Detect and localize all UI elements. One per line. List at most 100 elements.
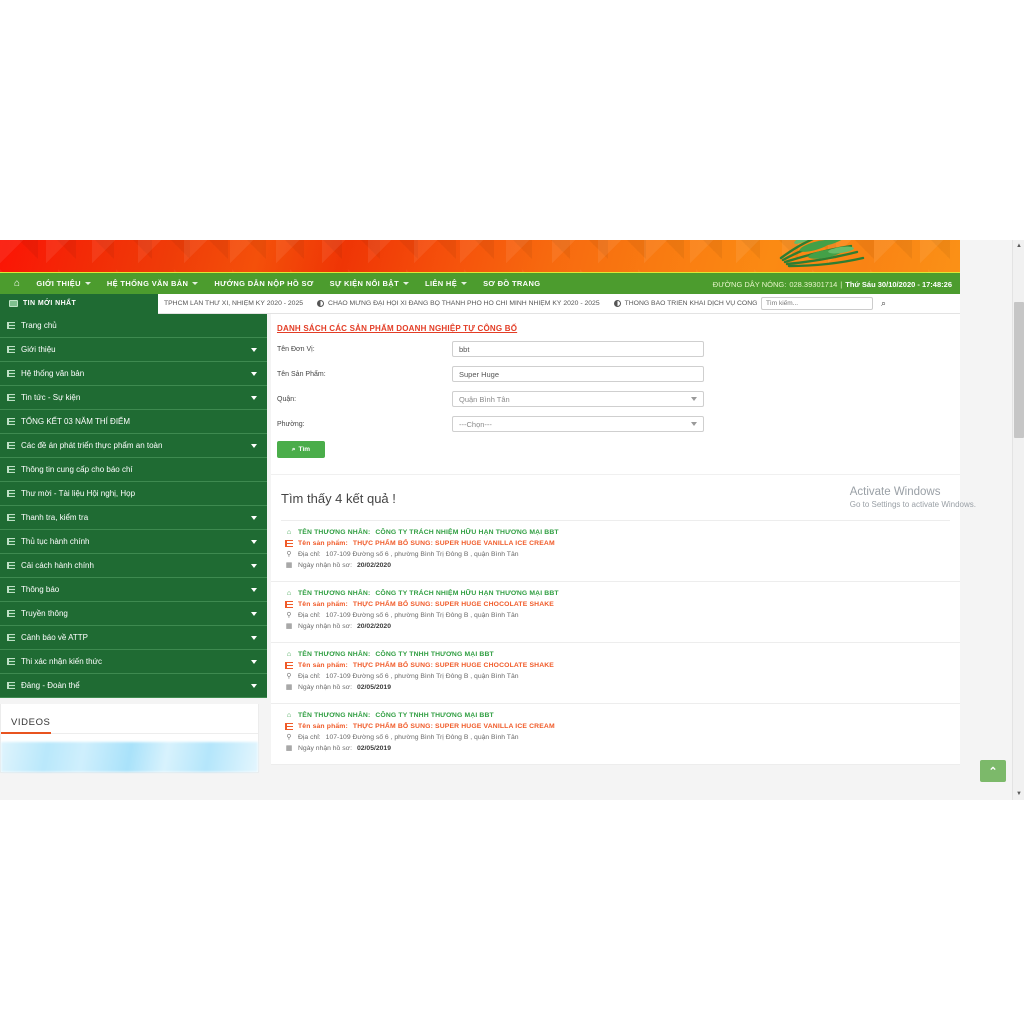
- sidebar-item-cai-cach-hanh-chinh[interactable]: Cải cách hành chính: [0, 554, 267, 578]
- nav-item-home[interactable]: ⌂: [8, 278, 28, 289]
- chevron-down-icon: [251, 371, 257, 376]
- sidebar-item-label: Thông tin cung cấp cho báo chí: [21, 465, 133, 474]
- page-scrollbar[interactable]: ▲ ▼: [1012, 240, 1024, 800]
- sidebar-item-tong-ket-03-nam[interactable]: TỔNG KẾT 03 NĂM THÍ ĐIỂM: [0, 410, 267, 434]
- scrollbar-thumb[interactable]: [1014, 302, 1024, 438]
- result-address-line: ⚲ Địa chỉ: 107-109 Đường số 6 , phường B…: [285, 612, 950, 619]
- ticker-item[interactable]: CHÀO MỪNG ĐẠI HỘI XI ĐẢNG BỘ THÀNH PHỐ H…: [317, 300, 600, 307]
- list-icon: [7, 538, 15, 545]
- ticker-item[interactable]: TPHCM LẦN THỨ XI, NHIỆM KỲ 2020 - 2025: [164, 300, 303, 307]
- nav-item-he-thong-van-ban[interactable]: HỆ THỐNG VĂN BẢN: [99, 279, 206, 288]
- nav-items: ⌂ GIỚI THIỆU HỆ THỐNG VĂN BẢN HƯỚNG DẪN …: [0, 278, 548, 289]
- product-label: Tên sản phẩm:: [298, 662, 348, 669]
- list-icon: [7, 610, 15, 617]
- result-item[interactable]: ⌂ TÊN THƯƠNG NHÂN: CÔNG TY TRÁCH NHIỆM H…: [271, 521, 960, 582]
- nav-label: SỰ KIỆN NỔI BẬT: [329, 279, 400, 288]
- search-icon[interactable]: ⌕: [881, 298, 886, 309]
- address-value: 107-109 Đường số 6 , phường Bình Trị Đôn…: [325, 673, 519, 680]
- sidebar-item-thong-bao[interactable]: Thông báo: [0, 578, 267, 602]
- sidebar-item-dang-doan-the[interactable]: Đảng - Đoàn thể: [0, 674, 267, 698]
- hotline-separator: |: [840, 279, 843, 289]
- result-product-line: Tên sản phẩm: THỰC PHẨM BỔ SUNG: SUPER H…: [285, 723, 950, 730]
- date-value: 20/02/2020: [356, 562, 391, 569]
- sidebar-item-truyen-thong[interactable]: Truyền thông: [0, 602, 267, 626]
- chevron-down-icon: [251, 635, 257, 640]
- sidebar-item-cac-de-an[interactable]: Các đề án phát triển thực phẩm an toàn: [0, 434, 267, 458]
- sidebar-item-thi-xac-nhan-kien-thuc[interactable]: Thi xác nhận kiến thức: [0, 650, 267, 674]
- sidebar-item-tin-tuc-su-kien[interactable]: Tin tức - Sự kiện: [0, 386, 267, 410]
- blank-top-region: [0, 0, 1024, 240]
- result-item[interactable]: ⌂ TÊN THƯƠNG NHÂN: CÔNG TY TRÁCH NHIỆM H…: [271, 582, 960, 643]
- results-panel: Tìm thấy 4 kết quả ! ⌂ TÊN THƯƠNG NHÂN: …: [271, 474, 960, 765]
- list-icon: [7, 658, 15, 665]
- list-icon: [7, 586, 15, 593]
- result-date-line: ▦ Ngày nhận hồ sơ: 02/05/2019: [285, 745, 950, 752]
- home-icon: ⌂: [286, 651, 292, 658]
- result-item[interactable]: ⌂ TÊN THƯƠNG NHÂN: CÔNG TY TNHH THƯƠNG M…: [271, 704, 960, 765]
- map-marker-icon: ⚲: [286, 551, 292, 558]
- ten-san-pham-input[interactable]: [452, 366, 704, 382]
- search-input[interactable]: [760, 297, 873, 310]
- form-row-ten-don-vi: Tên Đơn Vị:: [277, 341, 960, 357]
- chevron-down-icon: [251, 563, 257, 568]
- result-merchant-line: ⌂ TÊN THƯƠNG NHÂN: CÔNG TY TRÁCH NHIỆM H…: [285, 529, 950, 536]
- form-row-ten-san-pham: Tên Sản Phẩm:: [277, 366, 960, 382]
- page-title: DANH SÁCH CÁC SẢN PHẨM DOANH NGHIỆP TỰ C…: [277, 324, 518, 333]
- merchant-name: CÔNG TY TNHH THƯƠNG MẠI BBT: [375, 651, 494, 658]
- chevron-down-icon: [691, 397, 697, 401]
- address-label: Địa chỉ:: [298, 673, 321, 680]
- list-icon: [7, 346, 15, 353]
- nav-item-so-do-trang[interactable]: SƠ ĐỒ TRANG: [475, 279, 548, 288]
- date-label: Ngày nhận hồ sơ:: [298, 684, 352, 691]
- sidebar-item-trang-chu[interactable]: Trang chủ: [0, 314, 267, 338]
- result-item[interactable]: ⌂ TÊN THƯƠNG NHÂN: CÔNG TY TNHH THƯƠNG M…: [271, 643, 960, 704]
- merchant-name: CÔNG TY TRÁCH NHIỆM HỮU HẠN THƯƠNG MẠI B…: [375, 590, 559, 597]
- nav-item-gioi-thieu[interactable]: GIỚI THIỆU: [28, 279, 98, 288]
- site-banner: [0, 240, 960, 272]
- product-name: THỰC PHẨM BỔ SUNG: SUPER HUGE VANILLA IC…: [352, 540, 555, 547]
- scroll-up-arrow-icon[interactable]: ▲: [1013, 240, 1024, 252]
- sidebar-item-thu-moi[interactable]: Thư mời - Tài liệu Hội nghị, Họp: [0, 482, 267, 506]
- sidebar-item-thong-tin-bao-chi[interactable]: Thông tin cung cấp cho báo chí: [0, 458, 267, 482]
- list-icon: [7, 682, 15, 689]
- scroll-down-arrow-icon[interactable]: ▼: [1013, 788, 1024, 800]
- merchant-label: TÊN THƯƠNG NHÂN:: [298, 529, 371, 536]
- ten-don-vi-input[interactable]: [452, 341, 704, 357]
- sidebar-item-gioi-thieu[interactable]: Giới thiệu: [0, 338, 267, 362]
- video-thumbnail[interactable]: [1, 742, 258, 772]
- address-value: 107-109 Đường số 6 , phường Bình Trị Đôn…: [325, 551, 519, 558]
- phuong-select[interactable]: ---Chọn---: [452, 416, 704, 432]
- result-product-line: Tên sản phẩm: THỰC PHẨM BỔ SUNG: SUPER H…: [285, 601, 950, 608]
- address-value: 107-109 Đường số 6 , phường Bình Trị Đôn…: [325, 734, 519, 741]
- ticker-item-text: TPHCM LẦN THỨ XI, NHIỆM KỲ 2020 - 2025: [164, 300, 304, 307]
- quan-select[interactable]: Quận Bình Tân: [452, 391, 704, 407]
- list-icon: [285, 540, 293, 547]
- nav-item-huong-dan-nop-ho-so[interactable]: HƯỚNG DẪN NỘP HỒ SƠ: [206, 279, 321, 288]
- search-panel: DANH SÁCH CÁC SẢN PHẨM DOANH NGHIỆP TỰ C…: [271, 314, 960, 474]
- result-date-line: ▦ Ngày nhận hồ sơ: 20/02/2020: [285, 562, 950, 569]
- address-label: Địa chỉ:: [298, 734, 321, 741]
- sidebar-menu: Trang chủ Giới thiệu Hệ thống văn bản Ti…: [0, 314, 267, 698]
- sidebar-item-thu-tuc-hanh-chinh[interactable]: Thủ tục hành chính: [0, 530, 267, 554]
- chevron-up-icon: ⌃: [988, 765, 998, 778]
- chevron-down-icon: [192, 282, 199, 285]
- date-value: 20/02/2020: [356, 623, 391, 630]
- main-content: DANH SÁCH CÁC SẢN PHẨM DOANH NGHIỆP TỰ C…: [267, 314, 960, 765]
- hotline-number: 028.39301714: [789, 279, 838, 289]
- sidebar-item-label: Trang chủ: [21, 321, 57, 330]
- search-button-label: Tìm: [298, 446, 311, 453]
- chevron-down-icon: [403, 282, 410, 285]
- nav-item-su-kien-noi-bat[interactable]: SỰ KIỆN NỔI BẬT: [322, 279, 417, 288]
- result-merchant-line: ⌂ TÊN THƯƠNG NHÂN: CÔNG TY TNHH THƯƠNG M…: [285, 651, 950, 658]
- nav-label: GIỚI THIỆU: [36, 279, 81, 288]
- date-label: Ngày nhận hồ sơ:: [298, 745, 352, 752]
- ticker-item[interactable]: THÔNG BÁO TRIỂN KHAI DỊCH VỤ CÔNG: [613, 300, 757, 307]
- back-to-top-button[interactable]: ⌃: [980, 760, 1006, 782]
- sidebar-item-canh-bao-attp[interactable]: Cảnh báo về ATTP: [0, 626, 267, 650]
- result-date-line: ▦ Ngày nhận hồ sơ: 20/02/2020: [285, 623, 950, 630]
- nav-item-lien-he[interactable]: LIÊN HỆ: [417, 279, 475, 288]
- search-submit-button[interactable]: ⌕ Tìm: [277, 441, 325, 458]
- sidebar-item-he-thong-van-ban[interactable]: Hệ thống văn bản: [0, 362, 267, 386]
- chevron-down-icon: [691, 422, 697, 426]
- sidebar-item-thanh-tra[interactable]: Thanh tra, kiểm tra: [0, 506, 267, 530]
